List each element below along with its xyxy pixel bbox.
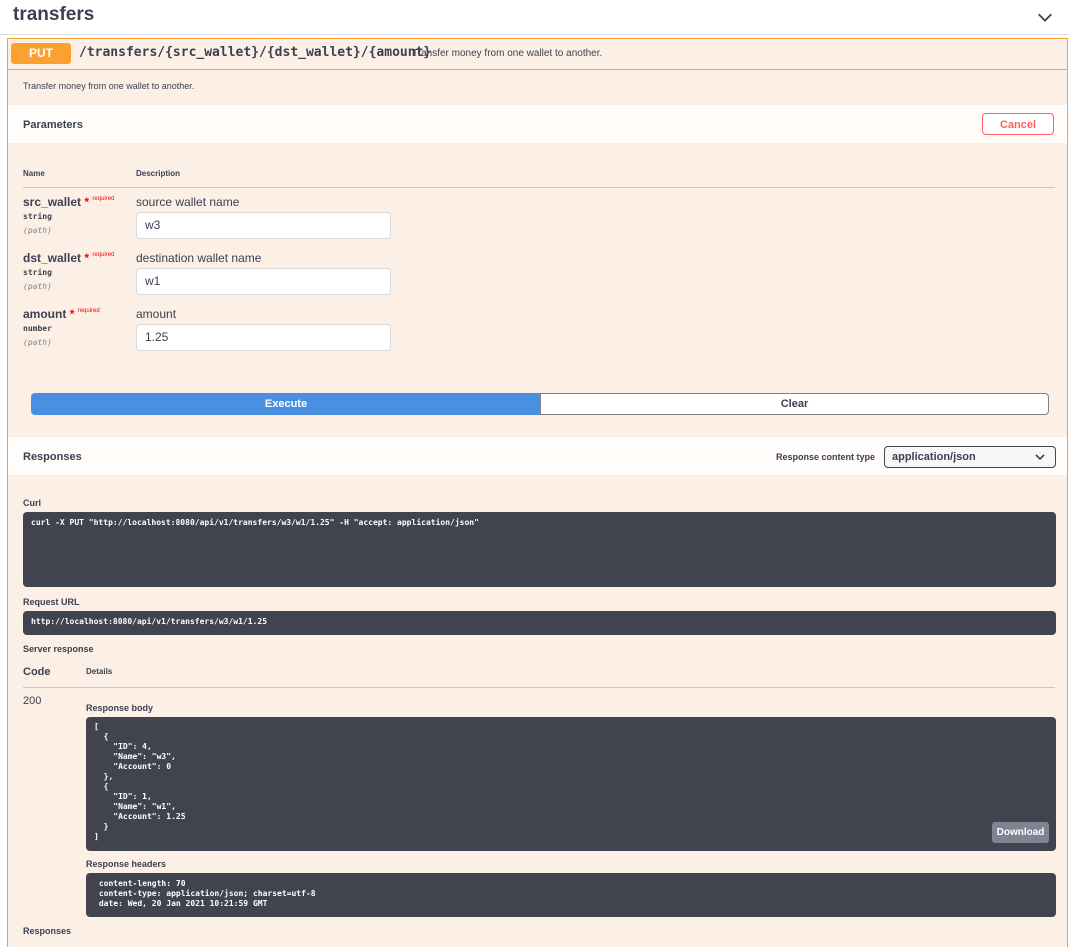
- param-location: (path): [23, 338, 52, 347]
- col-name-header: Name: [23, 169, 45, 178]
- src-wallet-input[interactable]: w3: [136, 212, 391, 239]
- col-description-header: Description: [136, 169, 181, 178]
- responses-footer-title: Responses: [23, 926, 72, 936]
- response-headers-label: Response headers: [86, 859, 167, 869]
- required-label: required: [92, 252, 115, 258]
- server-response-label: Server response: [23, 644, 94, 654]
- curl-label: Curl: [23, 498, 41, 508]
- param-name-text: amount: [23, 307, 67, 321]
- param-name-text: src_wallet: [23, 195, 82, 209]
- select-value: application/json: [892, 451, 976, 463]
- response-content-type-label: Response content type: [776, 452, 876, 462]
- divider: [23, 187, 1055, 188]
- chevron-down-icon: [1035, 454, 1045, 461]
- tag-header[interactable]: transfers: [0, 0, 1068, 35]
- param-location: (path): [23, 282, 52, 291]
- param-description: source wallet name: [136, 195, 240, 209]
- responses-title: Responses: [23, 451, 82, 463]
- operation-description: Transfer money from one wallet to anothe…: [23, 81, 195, 91]
- parameters-title: Parameters: [23, 119, 83, 131]
- response-body-label: Response body: [86, 703, 154, 713]
- operation-summary[interactable]: PUT /transfers/{src_wallet}/{dst_wallet}…: [8, 39, 1067, 70]
- cancel-button[interactable]: Cancel: [982, 113, 1054, 135]
- chevron-down-icon[interactable]: [1036, 8, 1054, 26]
- parameters-header: Parameters Cancel: [8, 105, 1067, 143]
- download-button[interactable]: Download: [992, 822, 1049, 843]
- response-body[interactable]: [ { "ID": 4, "Name": "w3", "Account": 0 …: [86, 717, 1056, 851]
- param-description: destination wallet name: [136, 251, 262, 265]
- required-star: *: [84, 251, 90, 265]
- response-code: 200: [23, 695, 42, 707]
- response-content-type-select[interactable]: application/json: [884, 446, 1056, 468]
- col-code-header: Code: [23, 666, 51, 678]
- param-location: (path): [23, 226, 52, 235]
- operation-summary-text: Transfer money from one wallet to anothe…: [412, 48, 603, 59]
- curl-command[interactable]: curl -X PUT "http://localhost:8080/api/v…: [23, 512, 1056, 587]
- amount-input[interactable]: 1.25: [136, 324, 391, 351]
- method-badge: PUT: [11, 43, 71, 64]
- response-headers[interactable]: content-length: 70 content-type: applica…: [86, 873, 1056, 917]
- tag-title: transfers: [13, 4, 95, 25]
- dst-wallet-input[interactable]: w1: [136, 268, 391, 295]
- required-star: *: [69, 307, 75, 321]
- execute-button[interactable]: Execute: [31, 393, 541, 415]
- request-url[interactable]: http://localhost:8080/api/v1/transfers/w…: [23, 611, 1056, 635]
- required-label: required: [92, 196, 115, 202]
- param-name-dst-wallet: dst_wallet * required: [23, 251, 114, 265]
- param-description: amount: [136, 307, 177, 321]
- param-name-text: dst_wallet: [23, 251, 82, 265]
- divider: [23, 687, 1055, 688]
- param-name-src-wallet: src_wallet * required: [23, 195, 114, 209]
- required-label: required: [77, 308, 100, 314]
- param-type: string: [23, 212, 52, 221]
- required-star: *: [84, 195, 90, 209]
- clear-button[interactable]: Clear: [540, 393, 1049, 415]
- param-name-amount: amount * required: [23, 307, 100, 321]
- operation-path: /transfers/{src_wallet}/{dst_wallet}/{am…: [79, 45, 432, 60]
- col-details-header: Details: [86, 667, 113, 676]
- param-type: string: [23, 268, 52, 277]
- request-url-label: Request URL: [23, 597, 80, 607]
- operation-block: PUT /transfers/{src_wallet}/{dst_wallet}…: [7, 38, 1068, 947]
- param-type: number: [23, 324, 52, 333]
